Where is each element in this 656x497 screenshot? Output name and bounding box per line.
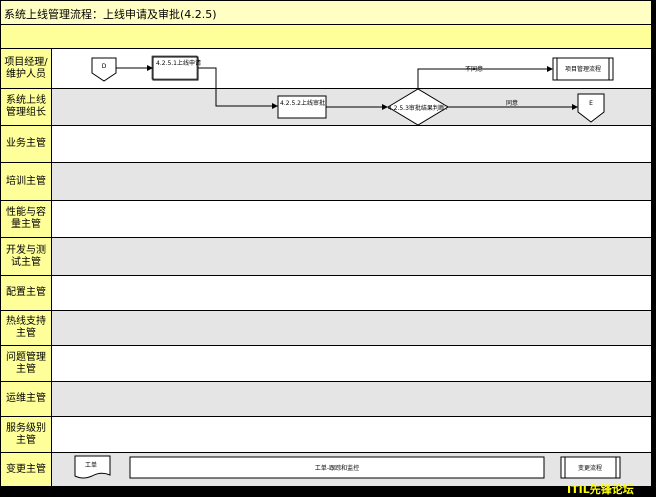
flow-diagram: D 4.2.5.1上线申请 4.2.5.2上线审批 4.2.5.3审批结果判断? (74, 55, 621, 479)
start-connector-label: D (102, 63, 107, 70)
ticket-label: 工单 (85, 461, 97, 469)
decision-label: 4.2.5.3审批结果判断? (388, 104, 448, 112)
edge-decision-disagree (417, 66, 553, 89)
approve-process-label: 4.2.5.2上线审批 (280, 99, 325, 107)
ticket-document[interactable]: 工单 (74, 455, 111, 479)
edge-apply-to-approve (198, 67, 278, 109)
bottom-border (0, 486, 656, 497)
edge-label-disagree: 不同意 (465, 65, 483, 73)
ticket-tracking-label: 工单-跟踪和监控 (315, 464, 359, 472)
end-connector-e[interactable]: E (577, 93, 605, 123)
apply-process-label: 4.2.5.1上线申请 (156, 59, 201, 67)
watermark-text: ITIL先锋论坛 (567, 483, 634, 496)
ticket-tracking-bar[interactable]: 工单-跟踪和监控 (129, 456, 545, 479)
edge-label-agree: 同意 (506, 99, 518, 107)
apply-label-text: 4.2.5.1上线申请 (156, 59, 201, 67)
project-management-process[interactable]: 项目管理流程 (552, 57, 614, 81)
approve-process-box[interactable]: 4.2.5.2上线审批 (277, 95, 327, 119)
decision-diamond[interactable]: 4.2.5.3审批结果判断? (387, 88, 449, 126)
start-connector-d[interactable]: D (91, 57, 117, 82)
flowchart-frame: 系统上线管理流程：上线申请及审批(4.2.5) 项目经理/维护人员 系统上线管理… (0, 0, 656, 497)
apply-process-box[interactable]: 4.2.5.1上线申请 (151, 55, 201, 81)
end-connector-label: E (589, 100, 593, 107)
change-flow-process[interactable]: 变更流程 (560, 456, 621, 479)
change-flow-label: 变更流程 (578, 464, 602, 472)
project-management-label: 项目管理流程 (565, 65, 601, 73)
right-border (651, 0, 656, 497)
